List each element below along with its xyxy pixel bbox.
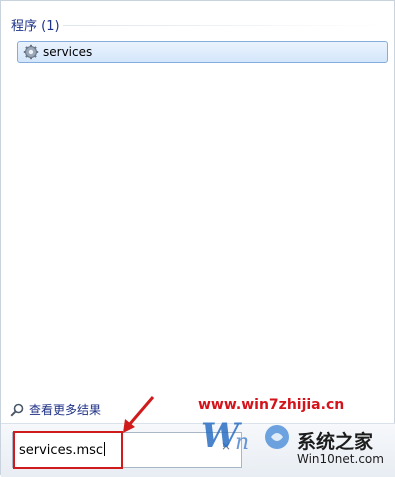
watermark-url: www.win7zhijia.cn [198,397,345,413]
watermark-domain: Win10net.com [297,452,384,466]
annotation-highlight-box [13,431,123,469]
svg-text:n: n [235,430,249,455]
windows-logo-watermark: W n [201,416,289,455]
gear-icon [23,44,39,60]
annotation-arrow-icon [123,396,155,433]
watermark-site-name: 系统之家 [297,431,374,453]
search-icon [10,403,24,417]
group-separator [63,25,386,26]
programs-group-header[interactable]: 程序 (1) [11,15,60,34]
see-more-results-link[interactable]: 查看更多结果 [10,401,101,418]
see-more-label: 查看更多结果 [29,403,102,417]
result-label: services [43,45,93,59]
search-result-services[interactable]: services [17,41,388,63]
start-menu-search-panel: 程序 (1) services 查看更多结果 services.msc × ww… [0,0,395,477]
